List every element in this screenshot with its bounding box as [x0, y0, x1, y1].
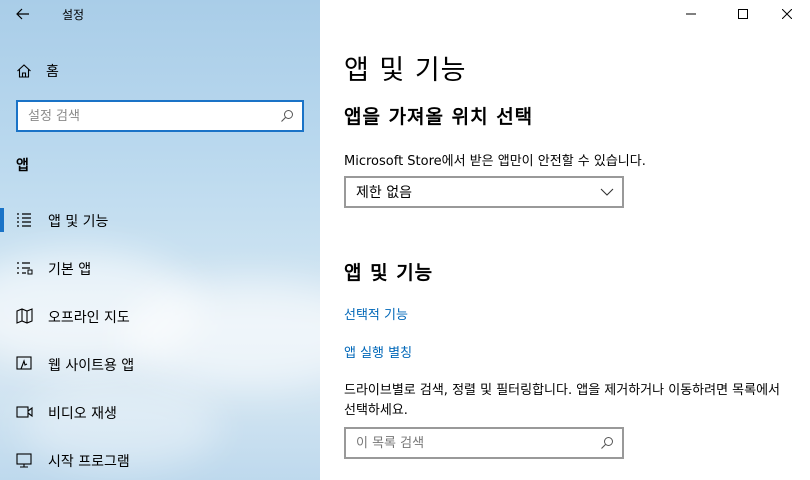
- main-content: 앱 및 기능 앱을 가져올 위치 선택 Microsoft Store에서 받은…: [320, 0, 810, 480]
- startup-icon: [16, 453, 32, 468]
- sidebar-item-label: 홈: [46, 64, 59, 80]
- search-icon[interactable]: [280, 109, 294, 123]
- apps-section-description: 드라이브별로 검색, 정렬 및 필터링합니다. 앱을 제거하거나 이동하려면 목…: [344, 383, 781, 418]
- maximize-button[interactable]: [720, 0, 766, 28]
- sidebar-item-home[interactable]: 홈: [16, 60, 59, 82]
- app-execution-aliases-link[interactable]: 앱 실행 별칭: [344, 342, 412, 361]
- map-icon: [16, 308, 33, 324]
- settings-search-box[interactable]: [16, 100, 304, 132]
- sidebar-item-label: 웹 사이트용 앱: [48, 358, 135, 374]
- sidebar-item-label: 오프라인 지도: [48, 310, 130, 326]
- app-title: 설정: [62, 8, 85, 22]
- sidebar-item-default-apps[interactable]: 기본 앱: [0, 248, 320, 288]
- app-list-search-input[interactable]: [356, 435, 586, 451]
- sidebar-item-label: 비디오 재생: [48, 406, 117, 422]
- sidebar-item-offline-maps[interactable]: 오프라인 지도: [0, 296, 320, 336]
- sidebar-item-label: 기본 앱: [48, 262, 92, 278]
- close-button[interactable]: [764, 0, 810, 28]
- page-title: 앱 및 기능: [344, 55, 467, 86]
- dropdown-value: 제한 없음: [356, 185, 412, 201]
- website-apps-icon: [16, 356, 32, 370]
- video-icon: [16, 406, 33, 418]
- back-arrow-icon: [16, 8, 29, 20]
- install-section-description: Microsoft Store에서 받은 앱만이 안전할 수 있습니다.: [344, 154, 646, 169]
- settings-search-input[interactable]: [28, 108, 268, 124]
- search-icon[interactable]: [600, 436, 614, 450]
- home-icon: [17, 64, 31, 78]
- default-apps-icon: [17, 262, 33, 275]
- title-bar-left: 설정: [0, 0, 320, 28]
- sidebar-item-apps-for-websites[interactable]: 웹 사이트용 앱: [0, 344, 320, 384]
- sidebar: 설정 홈 앱 앱 및 기능 기본 앱 오프라인 지도: [0, 0, 320, 480]
- sidebar-item-label: 시작 프로그램: [48, 454, 130, 470]
- maximize-icon: [738, 9, 748, 19]
- install-section-title: 앱을 가져올 위치 선택: [344, 106, 534, 128]
- sidebar-item-video-playback[interactable]: 비디오 재생: [0, 392, 320, 432]
- sidebar-item-apps-features[interactable]: 앱 및 기능: [0, 200, 320, 240]
- app-source-dropdown[interactable]: 제한 없음: [344, 176, 624, 208]
- sidebar-item-startup[interactable]: 시작 프로그램: [0, 440, 320, 480]
- chevron-down-icon: [600, 188, 614, 196]
- app-list-search-box[interactable]: [344, 427, 624, 459]
- sidebar-item-label: 앱 및 기능: [48, 214, 109, 230]
- optional-features-link[interactable]: 선택적 기능: [344, 304, 408, 323]
- list-icon: [17, 213, 31, 227]
- minimize-button[interactable]: [668, 0, 714, 28]
- section-heading-apps: 앱: [16, 158, 29, 174]
- close-icon: [782, 9, 792, 19]
- back-button[interactable]: [10, 3, 36, 25]
- apps-section-title: 앱 및 기능: [344, 262, 434, 284]
- minimize-icon: [686, 13, 696, 15]
